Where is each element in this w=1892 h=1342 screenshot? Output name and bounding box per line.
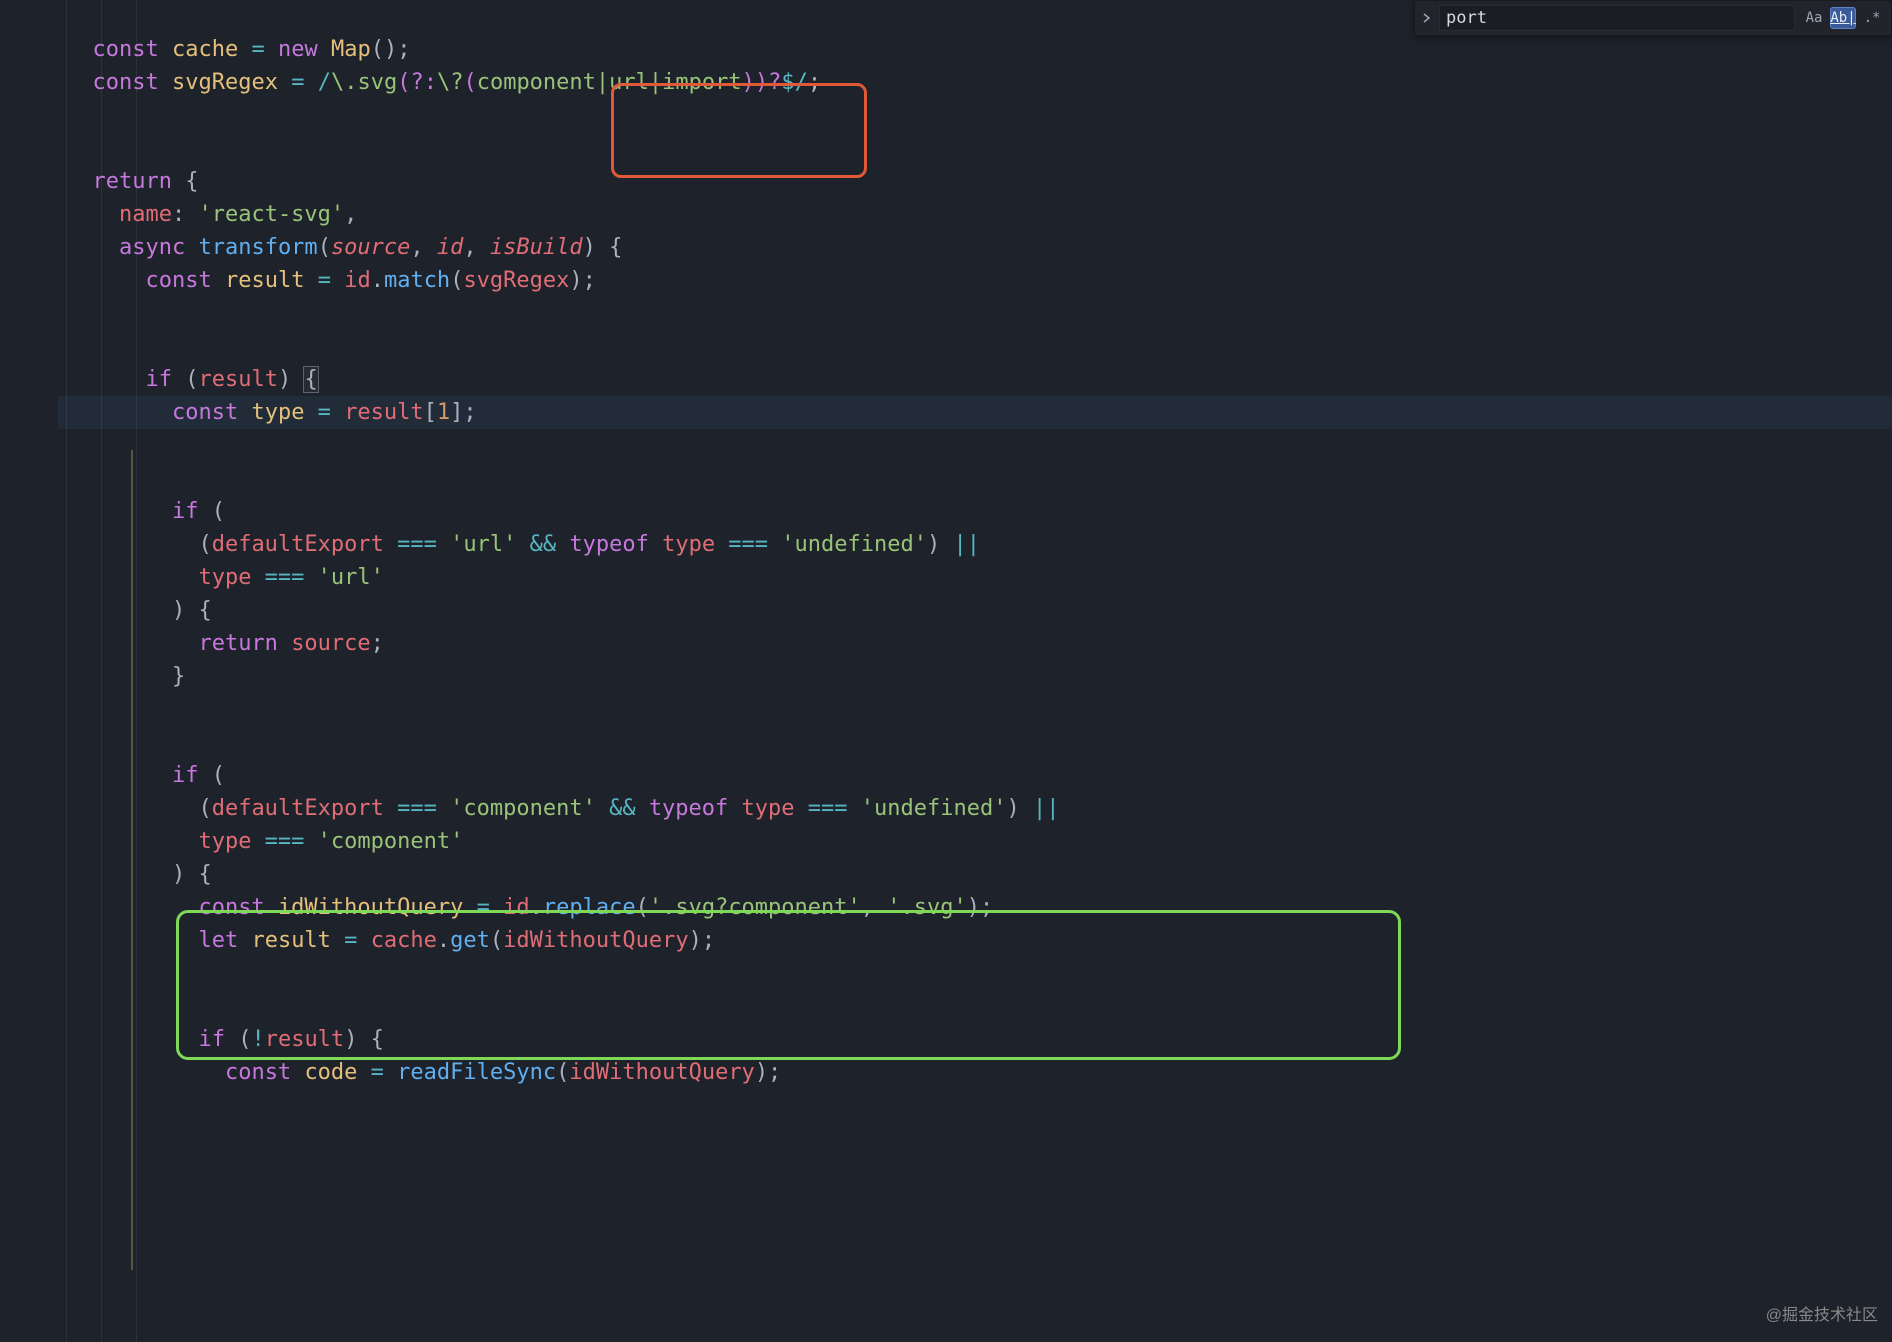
watermark-text: @掘金技术社区: [1766, 1299, 1878, 1332]
find-input[interactable]: [1439, 5, 1795, 31]
code-line: return source;: [58, 627, 1892, 660]
code-line: const result = id.match(svgRegex);: [58, 264, 1892, 297]
code-line: ) {: [58, 594, 1892, 627]
find-options: Aa Ab| .*: [1795, 7, 1891, 29]
code-line: }: [58, 660, 1892, 693]
code-line: [58, 297, 1892, 330]
code-line: const cache = new Map();: [58, 33, 1892, 66]
find-toggle-icon[interactable]: [1415, 1, 1439, 35]
match-case-toggle[interactable]: Aa: [1801, 7, 1827, 29]
code-line: if (: [58, 759, 1892, 792]
match-word-toggle[interactable]: Ab|: [1830, 7, 1856, 29]
code-line: name: 'react-svg',: [58, 198, 1892, 231]
code-line: let result = cache.get(idWithoutQuery);: [58, 924, 1892, 957]
code-line: return {: [58, 165, 1892, 198]
code-line: if (!result) {: [58, 1023, 1892, 1056]
code-line: const idWithoutQuery = id.replace('.svg?…: [58, 891, 1892, 924]
find-widget[interactable]: Aa Ab| .*: [1414, 0, 1892, 36]
code-line: (defaultExport === 'component' && typeof…: [58, 792, 1892, 825]
code-line: const svgRegex = /\.svg(?:\?(component|u…: [58, 66, 1892, 99]
code-line: [58, 990, 1892, 1023]
code-line: const code = readFileSync(idWithoutQuery…: [58, 1056, 1892, 1089]
code-line: type === 'url': [58, 561, 1892, 594]
code-line: [58, 429, 1892, 462]
code-line: if (: [58, 495, 1892, 528]
code-line: [58, 693, 1892, 726]
code-line: [58, 330, 1892, 363]
code-line: (defaultExport === 'url' && typeof type …: [58, 528, 1892, 561]
code-line: type === 'component': [58, 825, 1892, 858]
code-line: [58, 99, 1892, 132]
code-line: [58, 957, 1892, 990]
code-line: [58, 132, 1892, 165]
code-editor[interactable]: const cache = new Map(); const svgRegex …: [0, 0, 1892, 1089]
code-line: [58, 462, 1892, 495]
code-line: async transform(source, id, isBuild) {: [58, 231, 1892, 264]
code-line: [58, 726, 1892, 759]
code-line-active: const type = result[1];: [58, 396, 1892, 429]
code-line: if (result) {: [58, 363, 1892, 396]
code-line: ) {: [58, 858, 1892, 891]
match-regex-toggle[interactable]: .*: [1859, 7, 1885, 29]
